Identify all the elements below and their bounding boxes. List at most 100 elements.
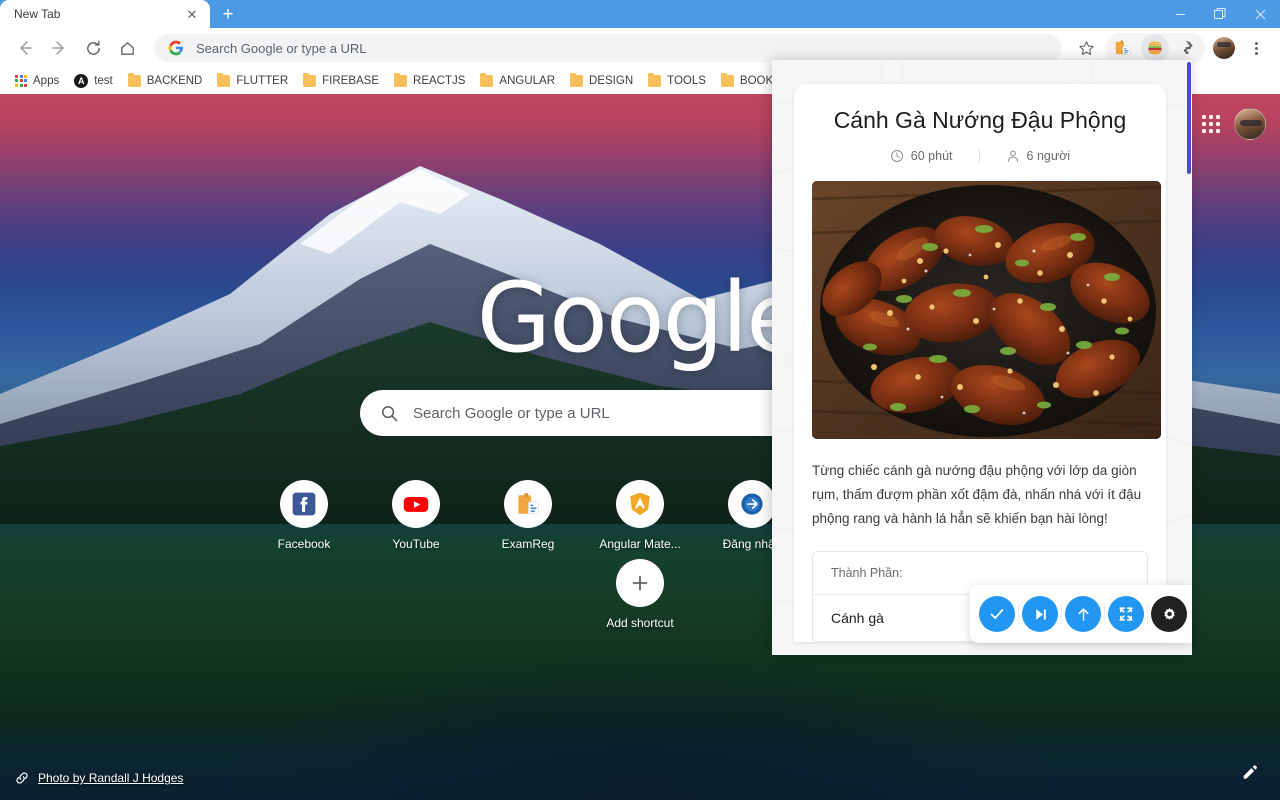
shortcut-youtube[interactable]: YouTube (360, 472, 472, 551)
shortcut-label: YouTube (392, 537, 440, 551)
folder-icon (480, 72, 494, 87)
bookmark-design[interactable]: DESIGN (563, 72, 640, 89)
google-g-icon (168, 40, 183, 56)
bookmark-label: TOOLS (667, 74, 706, 87)
extensions-puzzle-icon[interactable] (1173, 34, 1201, 62)
account-avatar[interactable] (1234, 108, 1266, 140)
panel-scrollbar[interactable] (1187, 60, 1192, 655)
attribution-text: Photo by Randall J Hodges (38, 771, 184, 785)
bookmark-label: ANGULAR (499, 74, 556, 87)
shortcut-add[interactable]: Add shortcut (584, 551, 696, 630)
shortcut-label: ExamReg (501, 537, 555, 551)
recipe-extension-panel: Cánh Gà Nướng Đậu Phộng 60 phút 6 người (772, 60, 1192, 655)
minimize-icon[interactable] (1160, 0, 1200, 28)
pencil-edit-icon (1243, 765, 1257, 779)
bookmark-flutter[interactable]: FLUTTER (210, 72, 295, 89)
burger-extension-icon[interactable] (1141, 34, 1169, 62)
apps-grid-icon (15, 74, 27, 87)
window-controls (1160, 0, 1280, 28)
skip-next-button[interactable] (1022, 596, 1058, 632)
recipe-card: Cánh Gà Nướng Đậu Phộng 60 phút 6 người (794, 84, 1166, 642)
arrow-up-icon (1077, 607, 1089, 621)
folder-icon (217, 72, 231, 87)
skip-next-icon (1035, 608, 1046, 620)
maximize-restore-icon[interactable] (1200, 0, 1240, 28)
photo-attribution[interactable]: Photo by Randall J Hodges (14, 770, 183, 786)
toolbar-divider (1104, 603, 1105, 625)
recipe-title: Cánh Gà Nướng Đậu Phộng (833, 107, 1127, 133)
bookmark-label: FLUTTER (236, 74, 289, 87)
clock-icon (890, 149, 903, 162)
scrollbar-thumb[interactable] (1187, 62, 1191, 174)
extension-orange-icon[interactable] (1109, 34, 1137, 62)
confirm-check-button[interactable] (979, 596, 1015, 632)
folder-icon (720, 72, 734, 87)
toolbar-divider (1018, 603, 1019, 625)
shortcut-angular-material[interactable]: Angular Mate... (584, 472, 696, 551)
bookmark-label: Apps (33, 74, 60, 87)
reload-icon[interactable] (79, 34, 107, 62)
close-icon[interactable]: ✕ (184, 6, 200, 22)
search-placeholder: Search Google or type a URL (413, 404, 610, 422)
angular-icon: A (74, 73, 89, 88)
scroll-up-button[interactable] (1065, 596, 1101, 632)
shortcut-examreg[interactable]: ExamReg (472, 472, 584, 551)
address-bar[interactable]: Search Google or type a URL (154, 34, 1062, 62)
bookmark-star-icon[interactable] (1072, 34, 1100, 62)
person-icon (1007, 150, 1018, 162)
recipe-meta: 60 phút 6 người (812, 148, 1148, 163)
shortcut-facebook[interactable]: Facebook (248, 472, 360, 551)
avatar (1213, 37, 1235, 59)
browser-tab[interactable]: New Tab ✕ (0, 0, 210, 28)
customize-chrome-button[interactable] (1236, 758, 1264, 786)
settings-button[interactable] (1151, 596, 1187, 632)
bookmark-label: FIREBASE (322, 74, 380, 87)
collapse-arrows-icon (1119, 607, 1133, 621)
recipe-image (812, 180, 1161, 439)
link-icon (16, 772, 28, 784)
new-tab-button[interactable]: + (214, 2, 242, 28)
recipe-servings-text: 6 người (1026, 148, 1071, 163)
ntp-top-bar (1202, 94, 1280, 154)
folder-icon (127, 72, 141, 87)
back-icon[interactable] (11, 34, 39, 62)
shortcut-label: Add shortcut (606, 616, 674, 630)
bookmark-firebase[interactable]: FIREBASE (296, 72, 386, 89)
bookmark-label: test (94, 74, 113, 87)
extensions-group (1105, 33, 1205, 63)
search-icon (381, 405, 398, 421)
address-bar-text: Search Google or type a URL (196, 40, 367, 56)
shortcut-label: Facebook (277, 537, 331, 551)
bookmark-test[interactable]: A test (67, 72, 120, 90)
examreg-icon (504, 480, 552, 528)
bookmark-label: DESIGN (589, 74, 634, 87)
bookmark-label: BACKEND (146, 74, 203, 87)
toolbar-divider (1147, 603, 1148, 625)
folder-icon (303, 72, 317, 87)
recipe-action-toolbar (970, 585, 1192, 643)
chrome-menu-icon[interactable] (1242, 34, 1270, 62)
home-icon[interactable] (113, 34, 141, 62)
bookmark-apps[interactable]: Apps (8, 73, 66, 89)
login-icon (728, 480, 776, 528)
youtube-icon (392, 480, 440, 528)
folder-icon (648, 72, 662, 87)
check-icon (990, 609, 1004, 619)
collapse-button[interactable] (1108, 596, 1144, 632)
bookmark-angular[interactable]: ANGULAR (473, 72, 562, 89)
folder-icon (394, 72, 408, 87)
close-window-icon[interactable] (1240, 0, 1280, 28)
tab-title: New Tab (14, 7, 61, 21)
add-shortcut-icon (616, 559, 664, 607)
profile-avatar-icon[interactable] (1210, 34, 1238, 62)
forward-icon[interactable] (45, 34, 73, 62)
recipe-time: 60 phút (890, 149, 953, 163)
google-apps-grid-icon[interactable] (1202, 115, 1220, 133)
toolbar-actions (1070, 33, 1272, 63)
facebook-icon (280, 480, 328, 528)
bookmark-label: REACTJS (413, 74, 466, 87)
bookmark-tools[interactable]: TOOLS (641, 72, 713, 89)
shortcut-label: Angular Mate... (599, 537, 681, 551)
bookmark-reactjs[interactable]: REACTJS (387, 72, 472, 89)
bookmark-backend[interactable]: BACKEND (121, 72, 210, 89)
